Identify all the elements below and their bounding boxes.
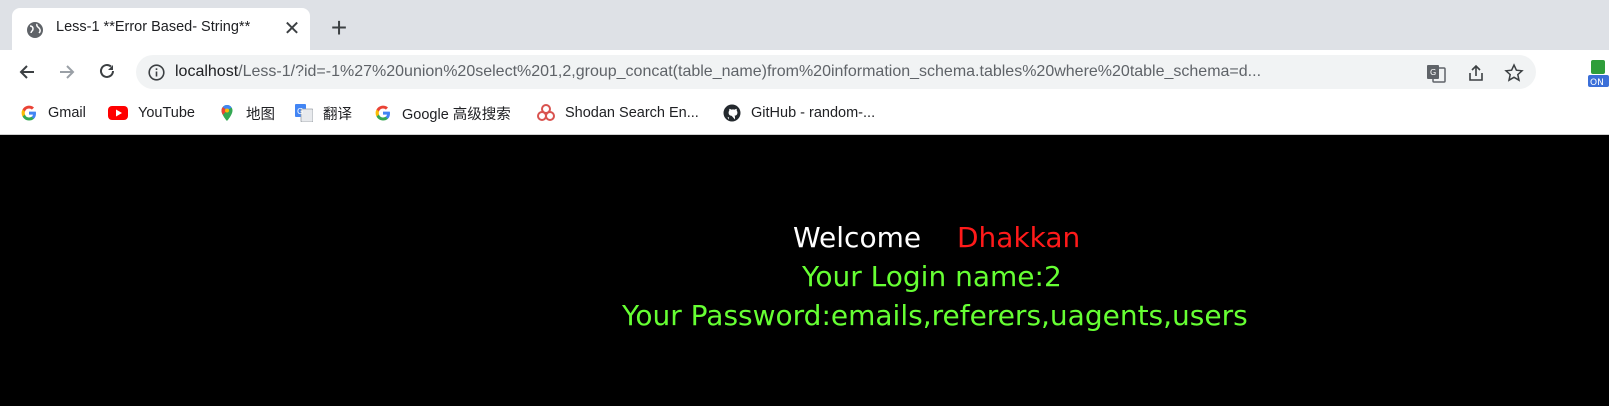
bookmarks-bar: Gmail YouTube 地图 G 翻译 Google 高级搜索 Shodan… — [0, 94, 1609, 135]
bookmark-shodan[interactable]: Shodan Search En... — [537, 102, 699, 124]
translate-icon[interactable]: G — [1426, 63, 1446, 83]
globe-icon — [26, 21, 44, 39]
address-bar[interactable]: localhost/Less-1/?id=-1%27%20union%20sel… — [136, 55, 1536, 89]
browser-tab[interactable]: Less-1 **Error Based- String** ✕ — [12, 8, 310, 50]
svg-text:G: G — [1430, 68, 1436, 77]
github-icon — [723, 104, 741, 122]
bookmark-label: 地图 — [246, 106, 275, 123]
bookmark-translate[interactable]: G 翻译 — [295, 102, 352, 124]
login-name-line: Your Login name:2 — [802, 260, 1062, 293]
google-icon — [374, 104, 392, 122]
bookmark-github[interactable]: GitHub - random-... — [723, 102, 875, 124]
reload-button[interactable] — [94, 59, 120, 85]
bookmark-gmail[interactable]: Gmail — [20, 102, 86, 124]
bookmark-label: Google 高级搜索 — [402, 106, 511, 123]
bookmark-label: 翻译 — [323, 106, 352, 123]
bookmark-label: Gmail — [48, 105, 86, 121]
bookmark-youtube[interactable]: YouTube — [108, 102, 195, 124]
google-icon — [20, 104, 38, 122]
user-name: Dhakkan — [957, 221, 1081, 254]
bookmark-label: YouTube — [138, 105, 195, 121]
bookmark-maps[interactable]: 地图 — [218, 102, 275, 124]
close-icon[interactable]: ✕ — [280, 17, 304, 41]
password-line: Your Password:emails,referers,uagents,us… — [622, 299, 1248, 332]
forward-button[interactable] — [54, 59, 80, 85]
maps-icon — [218, 104, 236, 122]
tab-title: Less-1 **Error Based- String** — [56, 19, 251, 35]
page-content: Welcome Dhakkan Your Login name:2 Your P… — [0, 135, 1609, 406]
extension-icon[interactable]: ON — [1588, 58, 1609, 88]
bookmark-label: GitHub - random-... — [751, 105, 876, 121]
url-host: localhost — [175, 63, 239, 80]
share-icon[interactable] — [1466, 63, 1486, 83]
welcome-text: Welcome — [793, 221, 922, 254]
url-text: localhost/Less-1/?id=-1%27%20union%20sel… — [175, 63, 1415, 81]
tab-strip: Less-1 **Error Based- String** ✕ + — [0, 0, 1609, 50]
translate-icon: G — [295, 104, 314, 123]
url-path: /Less-1/?id=-1%27%20union%20select%201,2… — [238, 63, 1262, 80]
bookmark-google-advanced-search[interactable]: Google 高级搜索 — [374, 102, 511, 124]
bookmark-label: Shodan Search En... — [565, 105, 699, 121]
new-tab-button[interactable]: + — [325, 14, 353, 43]
shodan-icon — [537, 104, 555, 122]
star-icon[interactable] — [1504, 63, 1524, 83]
svg-text:G: G — [297, 107, 303, 116]
extension-badge-text: ON — [1590, 78, 1604, 88]
info-icon[interactable] — [148, 64, 165, 81]
toolbar: localhost/Less-1/?id=-1%27%20union%20sel… — [0, 50, 1609, 94]
back-button[interactable] — [14, 59, 40, 85]
youtube-icon — [108, 104, 128, 122]
